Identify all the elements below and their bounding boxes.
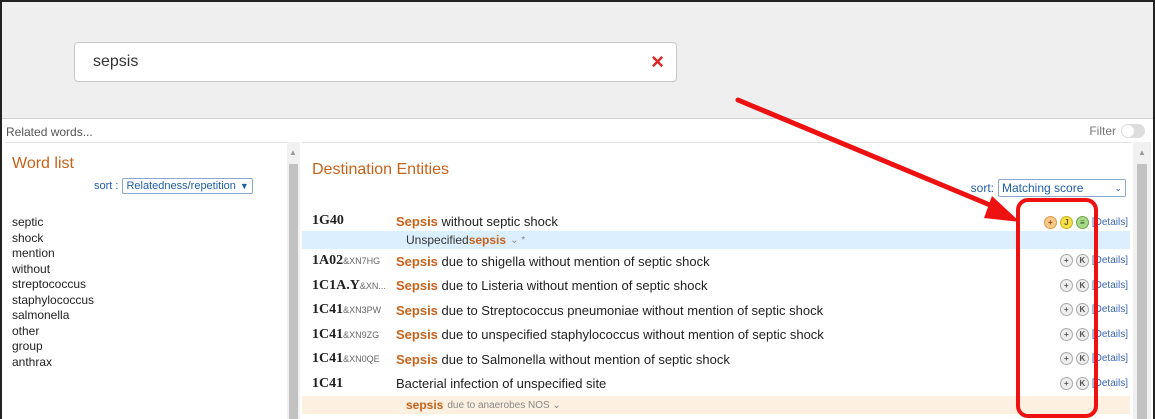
- chevron-down-icon: ▼: [239, 181, 249, 191]
- entity-title[interactable]: Sepsis without septic shock: [396, 214, 558, 229]
- add-icon[interactable]: +: [1059, 254, 1073, 267]
- entity-row[interactable]: 1C1A.Y&XN... Sepsis due to Listeria witho…: [302, 274, 1130, 299]
- destination-sort-value: Matching score: [1002, 181, 1084, 195]
- related-words-label[interactable]: Related words...: [6, 125, 93, 139]
- entity-code: 1G40: [312, 213, 344, 228]
- add-icon[interactable]: +: [1059, 352, 1073, 365]
- details-link[interactable]: [Details]: [1092, 304, 1128, 315]
- entity-title[interactable]: Sepsis due to unspecified staphylococcus…: [396, 327, 824, 342]
- badge-icon[interactable]: K: [1075, 327, 1089, 341]
- entity-row[interactable]: 1C41&XN0QE Sepsis due to Salmonella witho…: [302, 347, 1130, 372]
- entity-code: 1C41: [312, 375, 344, 391]
- word-item[interactable]: streptococcus: [12, 277, 94, 293]
- search-box: ×: [74, 42, 677, 82]
- add-icon[interactable]: +: [1059, 303, 1073, 316]
- scroll-thumb[interactable]: [289, 164, 298, 419]
- word-item[interactable]: other: [12, 324, 94, 340]
- badge-icon[interactable]: K: [1075, 278, 1089, 292]
- scroll-thumb[interactable]: [1137, 164, 1147, 419]
- word-item[interactable]: group: [12, 339, 94, 355]
- word-list-sort-value: Relatedness/repetition: [126, 180, 236, 192]
- destination-title: Destination Entities: [312, 161, 449, 178]
- add-icon[interactable]: +: [1059, 327, 1073, 341]
- destination-sort-select[interactable]: Matching score ⌄: [998, 179, 1126, 197]
- filter-control[interactable]: Filter: [1089, 124, 1145, 138]
- entity-list-scrollbar[interactable]: ▲: [1133, 142, 1151, 419]
- entity-title[interactable]: Sepsis due to Salmonella without mention…: [396, 352, 730, 367]
- entity-actions: + J ≡ [Details]: [1043, 216, 1128, 229]
- word-item[interactable]: without: [12, 262, 94, 278]
- entity-actions: + K [Details]: [1059, 376, 1128, 390]
- word-list-sort-label: sort :: [94, 180, 119, 192]
- destination-sort-label: sort:: [970, 181, 994, 195]
- filter-toggle[interactable]: [1121, 124, 1145, 138]
- entity-code: 1C41&XN3PW: [312, 302, 382, 318]
- entity-code: 1C41&XN0QE: [312, 351, 380, 367]
- details-link[interactable]: [Details]: [1092, 378, 1128, 389]
- entity-row[interactable]: 1C41&XN9ZG Sepsis due to unspecified stap…: [302, 323, 1130, 348]
- badge-icon[interactable]: J: [1059, 216, 1073, 229]
- word-list-sort-select[interactable]: Relatedness/repetition ▼: [122, 178, 253, 194]
- entity-subrow[interactable]: sepsis due to anaerobes NOS ⌄: [302, 396, 1130, 414]
- entity-row[interactable]: 1C41 Bacterial infection of unspecified s…: [302, 372, 1130, 397]
- add-icon[interactable]: +: [1059, 376, 1073, 390]
- word-list-sort: sort : Relatedness/repetition ▼: [94, 178, 253, 194]
- word-item[interactable]: anthrax: [12, 355, 94, 371]
- word-list: septic shock mention without streptococc…: [12, 215, 94, 370]
- entity-code: 1C41&XN9ZG: [312, 326, 380, 342]
- entity-row[interactable]: 1G40 Sepsis without septic shock + J ≡ [Detai…: [302, 211, 1130, 231]
- destination-panel: Destination Entities sort: Matching scor…: [302, 142, 1132, 419]
- entity-actions: + K [Details]: [1059, 327, 1128, 341]
- app-frame: × Related words... Filter Word list sort…: [0, 0, 1155, 419]
- details-link[interactable]: [Details]: [1092, 280, 1128, 291]
- entity-row[interactable]: 1C41&XN3PW Sepsis due to Streptococcus pn…: [302, 298, 1130, 323]
- entity-title[interactable]: Bacterial infection of unspecified site: [396, 376, 606, 391]
- badge-icon[interactable]: K: [1075, 376, 1089, 390]
- entity-actions: + K [Details]: [1059, 254, 1128, 267]
- word-item[interactable]: shock: [12, 231, 94, 247]
- badge-icon[interactable]: K: [1075, 352, 1089, 365]
- word-list-title: Word list: [12, 155, 74, 172]
- word-item[interactable]: salmonella: [12, 308, 94, 324]
- details-link[interactable]: [Details]: [1092, 217, 1128, 228]
- badge-icon[interactable]: ≡: [1075, 216, 1089, 229]
- details-link[interactable]: [Details]: [1092, 329, 1128, 340]
- details-link[interactable]: [Details]: [1092, 353, 1128, 364]
- search-area: ×: [2, 2, 1153, 119]
- destination-sort: sort: Matching score ⌄: [971, 179, 1126, 197]
- add-icon[interactable]: +: [1059, 278, 1073, 292]
- scroll-up-icon[interactable]: ▲: [289, 148, 297, 157]
- scroll-up-icon[interactable]: ▲: [1138, 148, 1146, 157]
- word-list-panel: Word list sort : Relatedness/repetition …: [6, 142, 289, 419]
- filter-label: Filter: [1089, 124, 1116, 138]
- entity-actions: + K [Details]: [1059, 352, 1128, 365]
- entity-actions: + K [Details]: [1059, 278, 1128, 292]
- entity-title[interactable]: Sepsis due to Streptococcus pneumoniae w…: [396, 303, 823, 318]
- badge-icon[interactable]: K: [1075, 254, 1089, 267]
- word-item[interactable]: staphylococcus: [12, 293, 94, 309]
- entity-title[interactable]: Sepsis due to shigella without mention o…: [396, 254, 710, 269]
- add-icon[interactable]: +: [1043, 216, 1057, 229]
- entity-title[interactable]: Sepsis due to Listeria without mention o…: [396, 278, 707, 293]
- badge-icon[interactable]: K: [1075, 303, 1089, 316]
- entity-subrow[interactable]: Unspecified sepsis ⌄ *: [302, 231, 1130, 249]
- details-link[interactable]: [Details]: [1092, 255, 1128, 266]
- word-list-scrollbar[interactable]: ▲: [287, 142, 300, 419]
- word-item[interactable]: mention: [12, 246, 94, 262]
- entity-actions: + K [Details]: [1059, 303, 1128, 316]
- entity-code: 1A02&XN7HG: [312, 253, 381, 269]
- word-item[interactable]: septic: [12, 215, 94, 231]
- chevron-down-icon: ⌄: [1114, 182, 1122, 193]
- entity-row[interactable]: 1A02&XN7HG Sepsis due to shigella without…: [302, 249, 1130, 274]
- entity-list: 1G40 Sepsis without septic shock + J ≡ [Detai…: [302, 211, 1130, 414]
- clear-icon[interactable]: ×: [651, 50, 664, 74]
- entity-code: 1C1A.Y&XN...: [312, 277, 386, 293]
- search-input[interactable]: [75, 43, 635, 81]
